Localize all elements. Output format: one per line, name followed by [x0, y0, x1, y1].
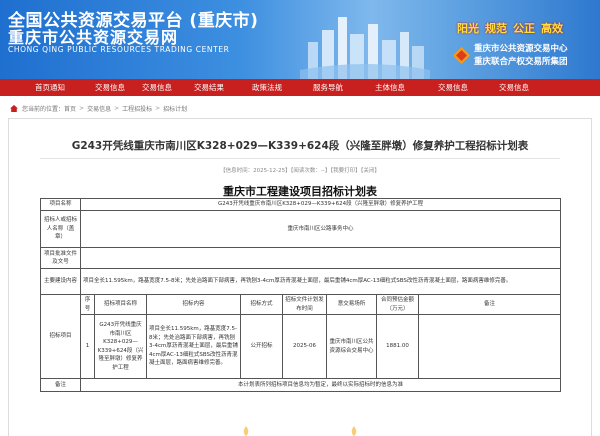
- value-project-name: G243开凭线重庆市南川区K328+029—K339+624段（兴隆至胖墩）修复…: [79, 198, 562, 211]
- value-tenderer: 重庆市南川区公路事务中心: [79, 210, 562, 248]
- label-approval: 项目批准文件及文号: [40, 247, 81, 269]
- nav-item[interactable]: 服务导航: [313, 82, 343, 93]
- header-venue: 意交易场所: [326, 294, 377, 315]
- header-remark: 备注: [417, 294, 562, 315]
- header-publish-time: 招标文件计划发布时间: [282, 294, 327, 315]
- label-plan: 招标项目: [40, 294, 81, 379]
- slogan: 公正: [513, 22, 535, 35]
- nav-item[interactable]: 交易信息: [95, 82, 125, 93]
- value-content: 项目全长11.595km，路基宽度7.5-8米；先处治路面下部病害，再铣刨3-4…: [79, 268, 562, 295]
- cell-seq: 1: [80, 314, 95, 379]
- home-icon: [10, 105, 18, 112]
- breadcrumb-prefix: 您当前的位置：: [22, 106, 65, 113]
- breadcrumb-separator: >: [79, 105, 85, 112]
- flame-decoration-icon: [243, 426, 249, 436]
- cell-content: 项目全长11.595km，路基宽度7.5-8米；先处治路面下部病害，再铣刨3-4…: [146, 314, 241, 379]
- label-remark: 备注: [40, 378, 81, 392]
- label-project-name: 项目名称: [40, 198, 81, 211]
- nav-item[interactable]: 交易信息: [499, 82, 529, 93]
- city-skyline-image: [300, 17, 430, 79]
- nav-item[interactable]: 首页通知: [35, 82, 65, 93]
- breadcrumb-link-bidding[interactable]: 工程招投标: [122, 104, 152, 113]
- breadcrumb-current: 招标计划: [163, 106, 188, 113]
- org-name-center: 重庆市公共资源交易中心: [474, 44, 568, 54]
- site-header-banner: 全国公共资源交易平台 (重庆市) 重庆市公共资源交易网 CHONG QING P…: [0, 0, 600, 79]
- cell-method: 公开招标: [240, 314, 283, 379]
- org-names: 重庆市公共资源交易中心 重庆联合产权交易所集团: [474, 43, 568, 69]
- breadcrumb-link-trading[interactable]: 交易信息: [87, 104, 111, 113]
- nav-item[interactable]: 交易信息: [438, 82, 468, 93]
- nav-item[interactable]: 政策法规: [252, 82, 282, 93]
- breadcrumb-separator: >: [114, 105, 120, 112]
- label-tenderer: 招标人或招标人名称（盖章）: [40, 210, 81, 248]
- document-title: 重庆市工程建设项目招标计划表: [223, 185, 377, 198]
- breadcrumb-link-home[interactable]: 首页: [64, 104, 76, 113]
- org-name-group: 重庆联合产权交易所集团: [474, 57, 568, 67]
- flame-decoration-icon: [351, 426, 357, 436]
- nav-item[interactable]: 主体信息: [375, 82, 405, 93]
- slogan: 规范: [485, 22, 507, 35]
- cell-venue: 重庆市南川区公共资源综合交易中心: [326, 314, 377, 379]
- cell-amount: 1881.00: [376, 314, 419, 379]
- value-approval: [79, 247, 562, 269]
- article-title: G243开凭线重庆市南川区K328+029—K339+624段（兴隆至胖墩）修复…: [71, 140, 529, 152]
- slogan-group: 阳光 规范 公正 高效: [457, 20, 563, 36]
- nav-item[interactable]: 交易信息: [142, 82, 172, 93]
- breadcrumb-separator: >: [155, 105, 161, 112]
- value-remark: 本计划表所列招标项目信息均为暂定，最终以实际招标时的信息为准: [79, 378, 562, 392]
- site-title-english: CHONG QING PUBLIC RESOURCES TRADING CENT…: [8, 45, 230, 54]
- nav-item[interactable]: 交易结果: [194, 82, 224, 93]
- main-nav-bar: 首页通知 交易信息 交易信息 交易结果 政策法规 服务导航 主体信息 交易信息 …: [0, 79, 600, 96]
- slogan: 高效: [541, 22, 563, 35]
- header-method: 招标方式: [240, 294, 283, 315]
- header-seq: 序号: [80, 294, 95, 315]
- header-content: 招标内容: [146, 294, 241, 315]
- article-meta: 【信息时间：2025-12-25】【阅读次数：--】【我要打印】【关闭】: [220, 168, 380, 174]
- cell-item-name: G243开凭线重庆市南川区K328+029—K339+624段（兴隆至胖墩）修复…: [94, 314, 147, 379]
- title-divider: [40, 158, 560, 159]
- label-content: 主要建设内容: [40, 268, 81, 295]
- tender-plan-table: 项目名称 G243开凭线重庆市南川区K328+029—K339+624段（兴隆至…: [40, 198, 562, 392]
- header-amount: 合同预估金额（万元）: [376, 294, 419, 315]
- header-item-name: 招标项目名称: [94, 294, 147, 315]
- breadcrumb: 您当前的位置： 首页 > 交易信息 > 工程招投标 > 招标计划: [10, 104, 187, 113]
- cell-publish-time: 2025-06: [282, 314, 327, 379]
- org-logo-icon: [453, 47, 470, 64]
- slogan: 阳光: [457, 22, 479, 35]
- cell-remark: [417, 314, 562, 379]
